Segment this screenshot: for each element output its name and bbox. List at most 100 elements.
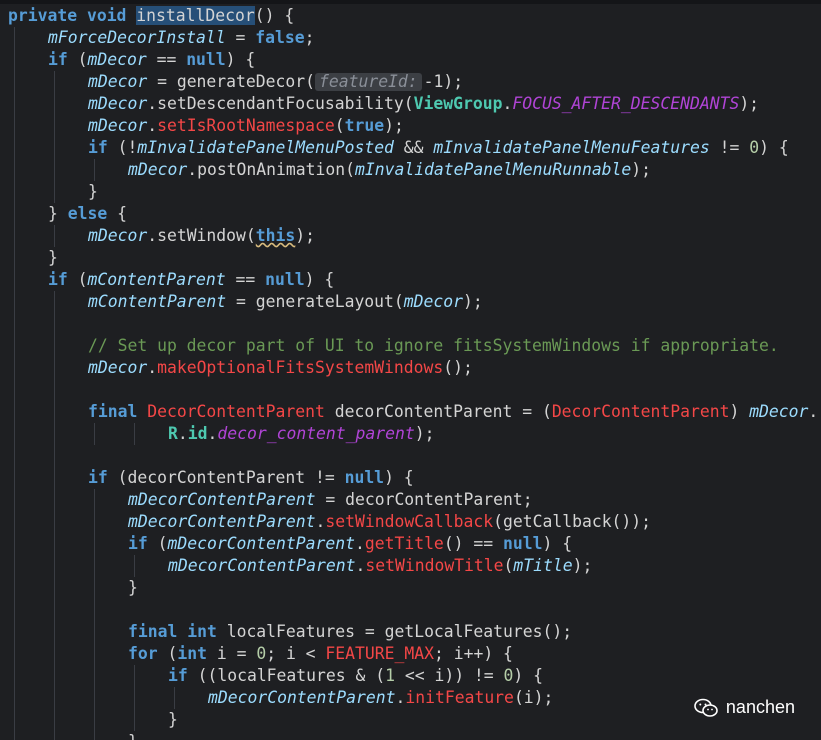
code-token: installDecor bbox=[136, 6, 255, 25]
code-token: setIsRootNamespace bbox=[157, 116, 335, 135]
code-token: false bbox=[255, 28, 305, 47]
code-token: () { bbox=[254, 6, 295, 25]
indent-guide bbox=[14, 731, 15, 740]
code-line[interactable]: mDecor.setIsRootNamespace(true); bbox=[88, 115, 404, 137]
code-token: mDecorContentParent bbox=[128, 490, 316, 509]
code-line[interactable]: mDecor = generateDecor(featureId: -1); bbox=[88, 71, 463, 93]
code-token: = generateLayout( bbox=[226, 292, 404, 311]
indent-guide bbox=[54, 709, 55, 731]
indent-guide bbox=[54, 577, 55, 599]
code-line[interactable]: mDecor.makeOptionalFitsSystemWindows(); bbox=[88, 357, 473, 379]
indent-guide bbox=[54, 159, 55, 181]
code-token: .setWindow( bbox=[147, 226, 256, 245]
code-editor[interactable]: private void installDecor() {mForceDecor… bbox=[0, 4, 821, 740]
code-line[interactable]: for (int i = 0; i < FEATURE_MAX; i++) { bbox=[128, 643, 513, 665]
code-token: .postOnAnimation( bbox=[187, 160, 355, 179]
code-token: // Set up decor part of UI to ignore fit… bbox=[88, 336, 779, 355]
code-token: FEATURE_MAX bbox=[325, 644, 434, 663]
code-token: ( bbox=[167, 644, 178, 663]
code-token: . bbox=[502, 94, 513, 113]
code-token: true bbox=[344, 116, 385, 135]
code-token: private bbox=[8, 6, 87, 25]
code-token: .setDescendantFocusability( bbox=[147, 94, 414, 113]
indent-guide bbox=[14, 181, 15, 203]
indent-guide bbox=[54, 621, 55, 643]
code-token: mDecor bbox=[88, 72, 148, 91]
indent-guide bbox=[14, 577, 15, 599]
indent-guide bbox=[94, 599, 95, 621]
code-line[interactable]: mDecorContentParent.setWindowTitle(mTitl… bbox=[168, 555, 592, 577]
code-token: (i); bbox=[513, 688, 554, 707]
code-line[interactable]: } bbox=[128, 731, 138, 740]
code-line[interactable]: } bbox=[88, 181, 98, 203]
code-line[interactable]: if (!mInvalidatePanelMenuPosted && mInva… bbox=[88, 137, 789, 159]
code-token: ) bbox=[729, 402, 750, 421]
code-line[interactable]: mDecorContentParent.setWindowCallback(ge… bbox=[128, 511, 651, 533]
code-token: == bbox=[146, 50, 187, 69]
indent-guide bbox=[54, 357, 55, 379]
indent-guide bbox=[54, 313, 55, 335]
indent-guide bbox=[14, 27, 15, 49]
indent-guide bbox=[54, 225, 55, 247]
indent-guide bbox=[54, 665, 55, 687]
code-line[interactable]: if (mDecorContentParent.getTitle() == nu… bbox=[128, 533, 572, 555]
code-token: 0 bbox=[256, 644, 267, 663]
code-token: null bbox=[503, 534, 543, 553]
code-line[interactable]: if (mContentParent == null) { bbox=[48, 269, 334, 291]
indent-guide bbox=[54, 599, 55, 621]
code-token: ( bbox=[334, 116, 345, 135]
code-line[interactable]: private void installDecor() { bbox=[8, 5, 294, 27]
code-line[interactable]: } bbox=[128, 577, 138, 599]
code-token: if bbox=[88, 138, 118, 157]
indent-guide bbox=[14, 291, 15, 313]
indent-guide bbox=[54, 423, 55, 445]
code-token: } bbox=[168, 710, 178, 729]
code-token: ); bbox=[631, 160, 652, 179]
indent-guide bbox=[54, 489, 55, 511]
code-line[interactable]: // Set up decor part of UI to ignore fit… bbox=[88, 335, 779, 357]
code-token: . bbox=[177, 424, 188, 443]
indent-guide bbox=[14, 203, 15, 225]
code-line[interactable]: } bbox=[168, 709, 178, 731]
indent-guide bbox=[134, 709, 135, 731]
code-token: ) { bbox=[225, 50, 256, 69]
code-token: . bbox=[147, 116, 158, 135]
code-token: if bbox=[88, 468, 118, 487]
code-line[interactable]: mDecorContentParent.initFeature(i); bbox=[208, 687, 553, 709]
code-line[interactable]: mDecor.setWindow(this); bbox=[88, 225, 315, 247]
indent-guide bbox=[14, 401, 15, 423]
indent-guide bbox=[14, 225, 15, 247]
code-line[interactable]: if ((localFeatures & (1 << i)) != 0) { bbox=[168, 665, 543, 687]
code-token: () == bbox=[443, 534, 504, 553]
code-line[interactable]: mDecorContentParent = decorContentParent… bbox=[128, 489, 533, 511]
indent-guide bbox=[14, 335, 15, 357]
code-line[interactable]: if (mDecor == null) { bbox=[48, 49, 255, 71]
code-line[interactable]: mContentParent = generateLayout(mDecor); bbox=[88, 291, 483, 313]
code-line[interactable]: if (decorContentParent != null) { bbox=[88, 467, 414, 489]
code-token: -1); bbox=[423, 72, 464, 91]
watermark: nanchen bbox=[694, 697, 795, 718]
code-token: if bbox=[48, 270, 78, 289]
code-token: = decorContentParent; bbox=[315, 490, 533, 509]
indent-guide bbox=[14, 313, 15, 335]
code-token: if bbox=[168, 666, 198, 685]
code-line[interactable]: R.id.decor_content_parent); bbox=[168, 423, 435, 445]
indent-guide bbox=[134, 423, 135, 445]
code-line[interactable]: } else { bbox=[48, 203, 127, 225]
code-line[interactable]: mDecor.setDescendantFocusability(ViewGro… bbox=[88, 93, 759, 115]
code-line[interactable]: final int localFeatures = getLocalFeatur… bbox=[128, 621, 572, 643]
indent-guide bbox=[14, 71, 15, 93]
code-line[interactable]: final DecorContentParent decorContentPar… bbox=[88, 401, 818, 423]
indent-guide bbox=[14, 137, 15, 159]
code-line[interactable]: mDecor.postOnAnimation(mInvalidatePanelM… bbox=[128, 159, 651, 181]
indent-guide bbox=[54, 555, 55, 577]
indent-guide bbox=[174, 687, 175, 709]
code-token: makeOptionalFitsSystemWindows bbox=[157, 358, 444, 377]
code-token: final bbox=[88, 402, 148, 421]
code-line[interactable]: } bbox=[48, 247, 58, 269]
code-token: mDecor bbox=[88, 94, 148, 113]
code-token: ViewGroup bbox=[413, 94, 503, 113]
indent-guide bbox=[54, 643, 55, 665]
indent-guide bbox=[54, 379, 55, 401]
code-line[interactable]: mForceDecorInstall = false; bbox=[48, 27, 314, 49]
